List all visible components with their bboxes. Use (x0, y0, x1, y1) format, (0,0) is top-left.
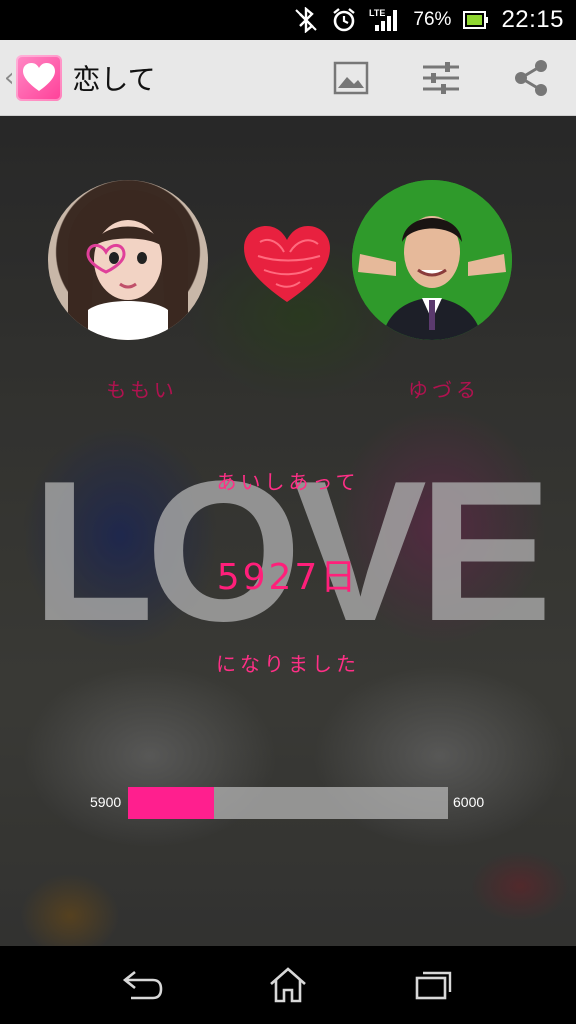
progress-fill (128, 787, 215, 819)
chevron-left-icon: ‹ (4, 62, 15, 93)
navigation-bar (0, 946, 576, 1024)
right-avatar-photo (352, 180, 512, 340)
battery-icon (463, 10, 489, 30)
action-bar: ‹ 恋して (0, 40, 576, 116)
image-icon (333, 61, 369, 94)
share-button[interactable] (486, 40, 576, 116)
app-heart-logo-icon (16, 54, 63, 101)
settings-button[interactable] (396, 40, 486, 116)
recent-apps-icon (416, 971, 452, 1000)
share-icon (515, 59, 547, 96)
lte-signal-icon: LTE (369, 7, 401, 33)
battery-percent: 76% (413, 9, 452, 30)
alarm-icon (331, 7, 357, 33)
recent-apps-button[interactable] (388, 946, 478, 1024)
sliders-icon (423, 61, 459, 94)
home-button[interactable] (243, 946, 333, 1024)
left-avatar[interactable] (48, 180, 208, 340)
left-avatar-photo (68, 190, 188, 340)
counter-line-2: になりました (216, 652, 360, 676)
back-button[interactable] (98, 946, 188, 1024)
clock: 22:15 (501, 6, 564, 33)
left-person-name: ももい (106, 378, 178, 402)
progress-max-label: 6000 (453, 794, 485, 810)
right-avatar[interactable] (352, 180, 512, 340)
back-icon (122, 970, 162, 1000)
counter-line-1: あいしあって (216, 470, 360, 494)
network-label: LTE (369, 8, 385, 18)
milestone-progress-bar (128, 787, 448, 819)
right-person-name: ゆづる (408, 378, 480, 402)
up-button[interactable]: ‹ (0, 40, 63, 115)
heart-icon (240, 222, 334, 312)
bluetooth-icon (293, 7, 319, 33)
action-icons (306, 40, 576, 115)
status-bar: LTE 76% 22:15 (0, 0, 576, 40)
progress-min-label: 5900 (90, 794, 122, 810)
home-icon (270, 967, 306, 1003)
day-count: 5927日 (216, 557, 360, 598)
love-counter-screen: LOVE ももい ゆづる あいしあって 5927日 になりました 5900 60… (0, 116, 576, 946)
app-title: 恋して (72, 62, 156, 96)
background-image-button[interactable] (306, 40, 396, 116)
